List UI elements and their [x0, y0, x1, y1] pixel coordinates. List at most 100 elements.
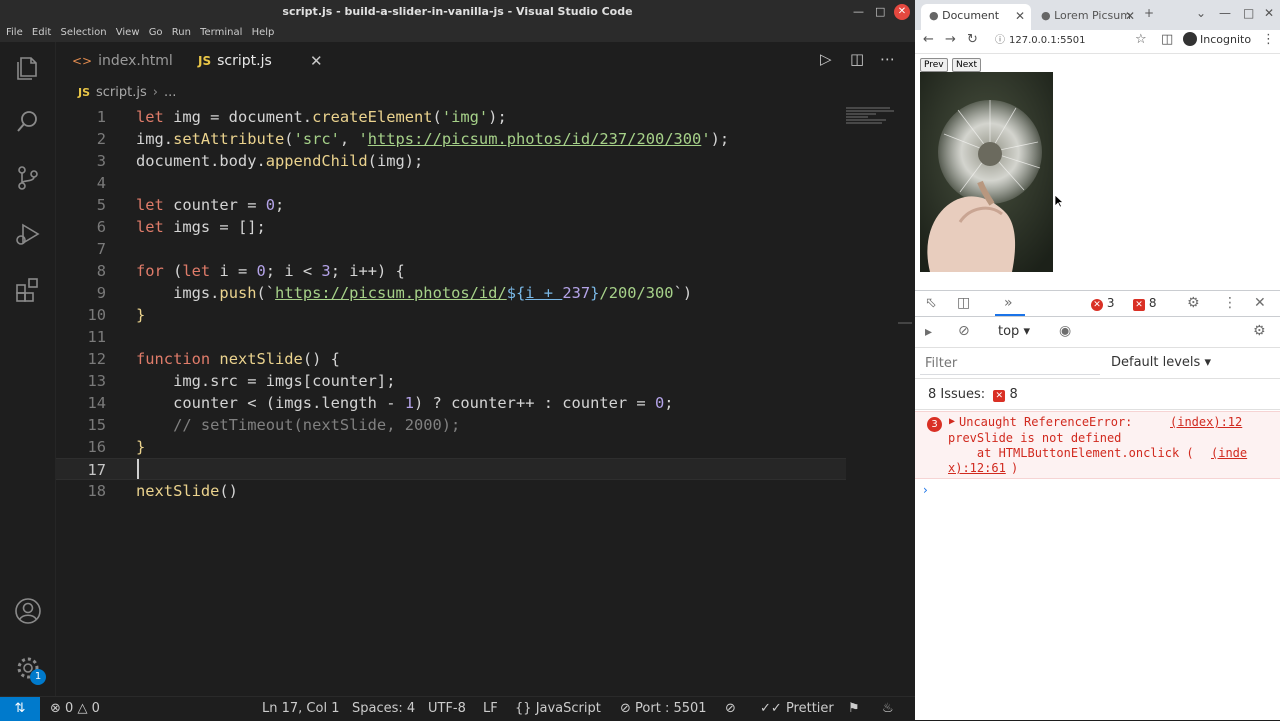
prev-button[interactable]: Prev: [920, 58, 948, 72]
breadcrumb-file[interactable]: script.js: [96, 85, 147, 100]
accounts-icon[interactable]: [14, 597, 42, 625]
maximize-icon[interactable]: □: [1243, 6, 1254, 20]
forward-icon[interactable]: →: [945, 32, 956, 47]
close-tab-icon[interactable]: ✕: [1015, 4, 1025, 28]
extensions-icon[interactable]: [14, 276, 42, 304]
clear-console-icon[interactable]: ⊘: [958, 323, 970, 339]
explorer-icon[interactable]: [14, 54, 42, 82]
menu-run[interactable]: Run: [172, 24, 191, 42]
console-toolbar: ▸ ⊘ top ▾ ◉ ⚙: [915, 318, 1280, 348]
settings-gear-icon[interactable]: ⚙: [1187, 295, 1200, 311]
bell-icon[interactable]: ♨: [882, 697, 894, 721]
browser-window: ● Document ✕ ● Lorem Picsum ✕ + ⌄ — □ ✕ …: [915, 0, 1280, 720]
back-icon[interactable]: ←: [923, 32, 934, 47]
feedback-icon[interactable]: ⚑: [848, 697, 860, 721]
menu-file[interactable]: File: [6, 24, 23, 42]
tab-label: index.html: [98, 53, 173, 69]
window-close-icon[interactable]: ✕: [894, 4, 910, 20]
maximize-icon[interactable]: □: [875, 0, 885, 24]
console-error-message[interactable]: 3 ▶ Uncaught ReferenceError: (index):12 …: [915, 411, 1280, 479]
address-bar[interactable]: ⓘ 127.0.0.1:5501: [989, 31, 1157, 51]
browser-tab-document[interactable]: ● Document ✕: [921, 4, 1031, 30]
stack-link[interactable]: x):12:61: [948, 461, 1006, 475]
inspect-element-icon[interactable]: ⬁: [925, 295, 937, 311]
menu-edit[interactable]: Edit: [32, 24, 51, 42]
info-icon: ⓘ: [995, 35, 1005, 46]
close-tab-icon[interactable]: ✕: [1125, 4, 1135, 28]
scrollbar-marker[interactable]: [898, 322, 912, 324]
side-panel-icon[interactable]: ◫: [1161, 32, 1173, 47]
more-actions-icon[interactable]: ⋯: [880, 50, 895, 68]
expand-triangle-icon[interactable]: ▶: [949, 416, 955, 427]
run-file-icon[interactable]: ▷: [820, 50, 832, 68]
menu-go[interactable]: Go: [149, 24, 163, 42]
issues-row[interactable]: 8 Issues: ✕ 8: [915, 380, 1280, 410]
error-icon: ⊗: [50, 701, 61, 716]
context-selector[interactable]: top ▾: [998, 324, 1030, 339]
cursor-position[interactable]: Ln 17, Col 1: [262, 697, 339, 721]
issues-count-badge[interactable]: ✕ 8: [1133, 296, 1156, 311]
manage-gear-icon[interactable]: 1: [14, 654, 46, 685]
console-settings-gear-icon[interactable]: ⚙: [1253, 323, 1266, 339]
code-link[interactable]: https://picsum.photos/id/: [275, 284, 507, 302]
code-line: 18 nextSlide(): [87, 482, 238, 500]
browser-tab-lorem-picsum[interactable]: ● Lorem Picsum ✕: [1033, 4, 1141, 30]
encoding[interactable]: UTF-8: [428, 697, 466, 721]
run-debug-icon[interactable]: [14, 220, 42, 248]
html-tag-icon: <>: [72, 54, 93, 68]
problems-status[interactable]: ⊗ 0 △ 0: [50, 697, 100, 721]
breadcrumb-symbol[interactable]: ...: [164, 85, 176, 100]
next-button[interactable]: Next: [952, 58, 981, 72]
source-control-icon[interactable]: [14, 164, 42, 192]
code-link[interactable]: https://picsum.photos/id/237/200/300: [368, 130, 702, 148]
browser-toolbar: ← → ↻ ⓘ 127.0.0.1:5501 ☆ ◫ Incognito ⋮: [915, 30, 1280, 54]
tab-index-html[interactable]: <> index.html: [72, 42, 173, 80]
minimize-icon[interactable]: —: [853, 0, 864, 24]
code-editor[interactable]: 1 let img = document.createElement('img')…: [56, 106, 900, 696]
indentation[interactable]: Spaces: 4: [352, 697, 415, 721]
text-cursor: [137, 459, 139, 479]
globe-icon: ●: [929, 9, 939, 22]
status-bar: ⇅ ⊗ 0 △ 0 Ln 17, Col 1 Spaces: 4 UTF-8 L…: [0, 696, 915, 721]
bookmark-star-icon[interactable]: ☆: [1135, 32, 1147, 47]
activity-bar: 1: [0, 42, 56, 696]
tab-script-js[interactable]: JS script.js: [198, 42, 272, 80]
error-source-link[interactable]: (index):12: [1170, 415, 1242, 429]
menu-help[interactable]: Help: [252, 24, 275, 42]
minimize-icon[interactable]: —: [1219, 6, 1231, 20]
incognito-profile[interactable]: Incognito: [1183, 32, 1251, 46]
sidebar-toggle-icon[interactable]: ▸: [925, 324, 932, 340]
filter-input[interactable]: [920, 353, 1100, 375]
error-icon: ✕: [1091, 299, 1103, 311]
tab-close-icon[interactable]: ✕: [310, 42, 323, 80]
console-prompt-icon[interactable]: ›: [923, 483, 928, 497]
menu-terminal[interactable]: Terminal: [200, 24, 242, 42]
menu-selection[interactable]: Selection: [60, 24, 106, 42]
split-editor-icon[interactable]: ◫: [850, 50, 864, 68]
tab-search-icon[interactable]: ⌄: [1196, 6, 1206, 20]
end-of-line[interactable]: LF: [483, 697, 498, 721]
new-tab-icon[interactable]: +: [1144, 6, 1154, 20]
error-count-badge[interactable]: ✕ 3: [1091, 296, 1114, 311]
close-icon[interactable]: ✕: [1264, 6, 1274, 20]
broadcast-off-icon[interactable]: ⊘: [725, 697, 736, 721]
browser-tab-strip: ● Document ✕ ● Lorem Picsum ✕ + ⌄ — □ ✕: [915, 0, 1280, 30]
search-icon[interactable]: [14, 108, 42, 136]
remote-icon[interactable]: ⇅: [0, 697, 40, 721]
more-tabs-icon[interactable]: »: [1004, 295, 1013, 311]
language-mode[interactable]: {} JavaScript: [515, 697, 601, 721]
browser-menu-icon[interactable]: ⋮: [1262, 32, 1275, 47]
minimap[interactable]: [846, 106, 896, 136]
globe-icon: ●: [1041, 9, 1051, 22]
stack-link[interactable]: (inde: [1211, 446, 1247, 460]
reload-icon[interactable]: ↻: [967, 32, 978, 47]
menu-view[interactable]: View: [116, 24, 140, 42]
log-levels-dropdown[interactable]: Default levels ▾: [1111, 355, 1211, 370]
eye-icon[interactable]: ◉: [1059, 323, 1071, 339]
device-toolbar-icon[interactable]: ◫: [957, 295, 970, 311]
more-options-icon[interactable]: ⋮: [1223, 295, 1237, 311]
prettier-status[interactable]: ✓✓ Prettier: [760, 697, 834, 721]
live-server-port[interactable]: ⊘ Port : 5501: [620, 697, 707, 721]
no-entry-icon: ⊘: [620, 701, 631, 716]
close-devtools-icon[interactable]: ✕: [1254, 295, 1266, 311]
